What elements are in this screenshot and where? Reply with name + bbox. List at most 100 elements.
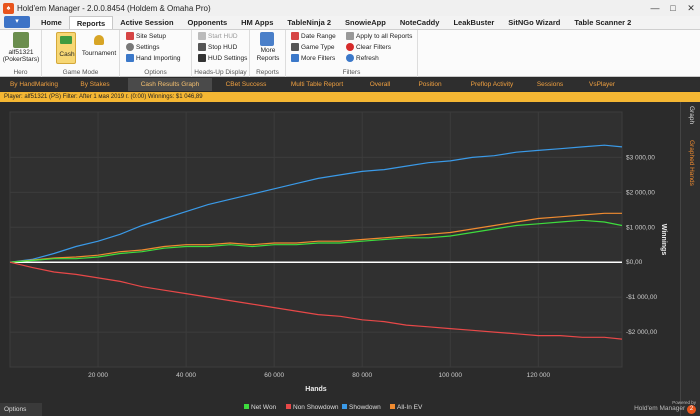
date-range-button[interactable]: Date Range: [291, 32, 336, 40]
maximize-button[interactable]: □: [664, 0, 682, 16]
menu-tab-opponents[interactable]: Opponents: [181, 16, 235, 29]
title-bar: ♠ Hold'em Manager - 2.0.0.8454 (Holdem &…: [0, 0, 700, 16]
sidebar-graphed-hands-tab[interactable]: Graphed Hands: [688, 140, 695, 186]
menu-tab-tableninja[interactable]: TableNinja 2: [280, 16, 338, 29]
brand-badge: 2: [687, 405, 696, 414]
legend-label: Net Won: [251, 404, 277, 411]
start-hud-icon: [198, 32, 206, 40]
stop-hud-button[interactable]: Stop HUD: [198, 43, 237, 51]
site-setup-button[interactable]: Site Setup: [126, 32, 166, 40]
menu-tab-hm-apps[interactable]: HM Apps: [234, 16, 280, 29]
clear-icon: [346, 43, 354, 51]
hero-name: alf51321: [8, 49, 34, 56]
close-button[interactable]: ✕: [682, 0, 700, 16]
game-type-label: Game Type: [301, 43, 335, 51]
hero-group-label: Hero: [13, 69, 28, 76]
cash-icon: [60, 36, 72, 44]
menu-tab-active-session[interactable]: Active Session: [113, 16, 180, 29]
tab-vsplayer[interactable]: VsPlayer: [580, 78, 624, 91]
legend-swatch: [342, 404, 347, 409]
game-mode-group: Cash Tournament Game Mode: [42, 30, 120, 77]
more-filters-button[interactable]: More Filters: [291, 54, 335, 62]
legend-label: All-In EV: [397, 404, 423, 411]
tab-by-handmarking[interactable]: By HandMarking: [4, 78, 64, 91]
stop-hud-label: Stop HUD: [208, 43, 238, 51]
tournament-button[interactable]: Tournament: [80, 32, 118, 64]
refresh-button[interactable]: Refresh: [346, 54, 379, 62]
options-button[interactable]: Options: [0, 403, 42, 416]
report-tabs: By HandMarking By Stakes Cash Results Gr…: [0, 78, 700, 91]
y-tick-label: $3 000,00: [626, 154, 655, 161]
site-setup-label: Site Setup: [136, 32, 166, 40]
tab-overall[interactable]: Overall: [360, 78, 400, 91]
tab-position[interactable]: Position: [408, 78, 452, 91]
menu-tab-snowieapp[interactable]: SnowieApp: [338, 16, 393, 29]
start-hud-button[interactable]: Start HUD: [198, 32, 238, 40]
x-tick-label: 20 000: [88, 372, 108, 379]
x-axis-label: Hands: [305, 386, 327, 393]
import-icon: [126, 54, 134, 62]
hud-settings-button[interactable]: HUD Settings: [198, 54, 247, 62]
file-menu-button[interactable]: ▾: [4, 16, 30, 28]
y-tick-label: $2 000,00: [626, 189, 655, 196]
x-tick-label: 60 000: [264, 372, 284, 379]
menu-tab-notecaddy[interactable]: NoteCaddy: [393, 16, 447, 29]
start-hud-label: Start HUD: [208, 32, 238, 40]
window-title: Hold'em Manager - 2.0.0.8454 (Holdem & O…: [17, 3, 211, 13]
x-tick-label: 40 000: [176, 372, 196, 379]
y-axis-label: Winnings: [660, 224, 667, 256]
brand-name: Hold'em Manager: [634, 405, 686, 412]
date-range-label: Date Range: [301, 32, 336, 40]
clear-filters-button[interactable]: Clear Filters: [346, 43, 391, 51]
refresh-icon: [346, 54, 354, 62]
filter-icon: [291, 54, 299, 62]
cash-label: Cash: [59, 51, 75, 58]
game-type-icon: [291, 43, 299, 51]
trophy-icon: [94, 35, 104, 45]
stop-hud-icon: [198, 43, 206, 51]
hero-avatar[interactable]: [13, 32, 29, 48]
menu-tab-leakbuster[interactable]: LeakBuster: [446, 16, 501, 29]
legend-label: Non Showdown: [293, 404, 339, 411]
minimize-button[interactable]: —: [646, 0, 664, 16]
site-setup-icon: [126, 32, 134, 40]
menu-tab-sitngo-wizard[interactable]: SitNGo Wizard: [501, 16, 567, 29]
reports-icon[interactable]: [260, 32, 274, 46]
filter-info-bar: Player: alf51321 (PS) Filter: After 1 ма…: [0, 92, 700, 102]
ribbon: alf51321 (PokerStars) Hero Cash Tourname…: [0, 30, 700, 77]
tournament-label: Tournament: [81, 50, 117, 57]
reports-label[interactable]: Reports: [250, 55, 286, 62]
reports-group: More Reports Reports: [250, 30, 286, 77]
tab-by-stakes[interactable]: By Stakes: [70, 78, 120, 91]
tab-multi-table-report[interactable]: Multi Table Report: [280, 78, 354, 91]
legend-swatch: [286, 404, 291, 409]
y-tick-label: $1 000,00: [626, 224, 655, 231]
filters-group-label: Filters: [342, 69, 361, 76]
apply-all-reports-button[interactable]: Apply to all Reports: [346, 32, 412, 40]
options-group: Site Setup Settings Hand Importing Optio…: [120, 30, 192, 77]
results-chart: 20 000 40 000 60 000 80 000 100 000 120 000 $3…: [0, 102, 680, 416]
menu-tab-table-scanner[interactable]: Table Scanner 2: [567, 16, 638, 29]
gear-icon: [126, 43, 134, 51]
more-filters-label: More Filters: [301, 54, 336, 62]
tab-cash-results-graph[interactable]: Cash Results Graph: [128, 78, 212, 91]
legend-label: Showdown: [349, 404, 381, 411]
app-icon: ♠: [3, 2, 14, 14]
menu-tab-reports[interactable]: Reports: [68, 16, 114, 29]
menu-bar: ▾ Home Reports Active Session Opponents …: [0, 16, 700, 30]
tab-preflop-activity[interactable]: Preflop Activity: [460, 78, 524, 91]
clear-filters-label: Clear Filters: [356, 43, 392, 51]
more-reports-label[interactable]: More: [250, 47, 286, 54]
cash-button[interactable]: Cash: [56, 32, 76, 64]
hero-site: (PokerStars): [2, 56, 40, 63]
hand-importing-button[interactable]: Hand Importing: [126, 54, 180, 62]
menu-tab-home[interactable]: Home: [34, 16, 69, 29]
apply-all-label: Apply to all Reports: [356, 32, 413, 40]
tab-cbet-success[interactable]: CBet Success: [218, 78, 274, 91]
y-tick-label: -$1 000,00: [626, 294, 657, 301]
x-tick-label: 120 000: [527, 372, 551, 379]
settings-button[interactable]: Settings: [126, 43, 160, 51]
tab-sessions[interactable]: Sessions: [528, 78, 572, 91]
sidebar-graph-tab[interactable]: Graph: [688, 106, 695, 124]
game-type-button[interactable]: Game Type: [291, 43, 334, 51]
